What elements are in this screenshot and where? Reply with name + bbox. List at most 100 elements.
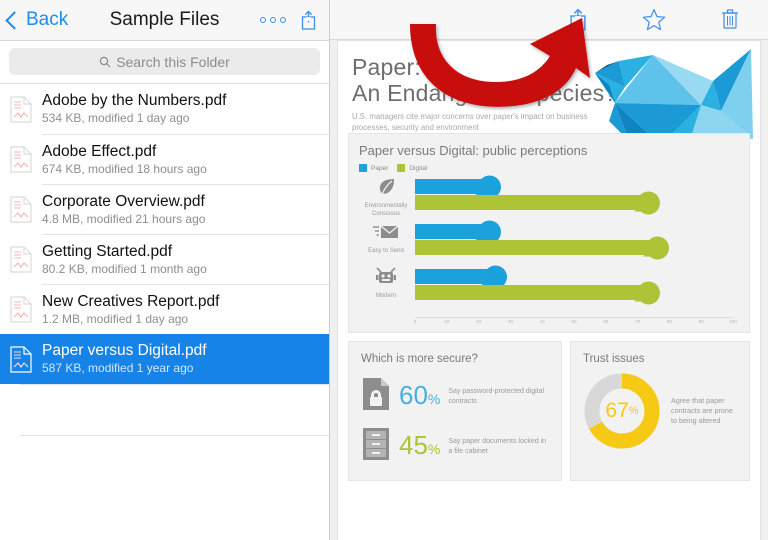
stat-suffix: %: [427, 440, 441, 457]
stat-value: 60%: [399, 382, 440, 412]
bar-value-bubble: 71%: [633, 281, 660, 304]
axis-tick: 100: [729, 319, 737, 324]
leaf-icon: Environmentally Conscious: [363, 177, 409, 218]
chart-card: Paper versus Digital: public perceptions…: [348, 133, 750, 333]
envelope-icon: Easy to Send: [363, 222, 409, 256]
secure-stat: 45% Say paper documents locked in a file …: [361, 427, 549, 466]
file-meta: 4.8 MB, modified 21 hours ago: [42, 211, 206, 226]
chart-category-group: Modern 23% 71%: [359, 265, 739, 307]
trust-donut-chart: 67%: [583, 372, 661, 450]
file-meta: 80.2 KB, modified 1 month ago: [42, 261, 207, 276]
chart-category-group: Environmentally Conscious 21% 71%: [359, 175, 739, 218]
bar-value: 71: [639, 286, 652, 298]
stat-suffix: %: [427, 390, 441, 407]
axis-tick: 70: [635, 319, 641, 324]
bar-pair: 21% 74%: [415, 220, 733, 259]
legend-item: Digital: [397, 164, 427, 172]
category-label: Easy to Send: [368, 248, 404, 254]
bar-digital: 71%: [415, 191, 660, 214]
stat-number: 60: [399, 379, 428, 410]
trust-panel-title: Trust issues: [583, 353, 645, 365]
axis-tick: 20: [476, 319, 482, 324]
axis-tick: 30: [507, 319, 513, 324]
document-toolbar: [330, 0, 768, 40]
chart-x-axis: 0 10 20 30 40 50 60 70 80 90 100: [413, 317, 737, 329]
bar-paper: 23%: [415, 265, 508, 288]
file-meta: 534 KB, modified 1 day ago: [42, 111, 190, 125]
file-list-item[interactable]: Adobe Effect.pdf 674 KB, modified 18 hour…: [0, 134, 329, 184]
search-container: Search this Folder: [0, 41, 329, 83]
bar-paper: 21%: [415, 220, 501, 243]
file-list-item[interactable]: Getting Started.pdf 80.2 KB, modified 1 m…: [0, 234, 329, 284]
navigation-actions: [260, 10, 329, 30]
document-preview-panel: Paper: An Endangered Species? U.S. manag…: [330, 0, 768, 540]
document-subtitle: U.S. managers cite major concerns over p…: [352, 112, 588, 132]
file-list: Adobe by the Numbers.pdf 534 KB, modified…: [0, 83, 329, 384]
stat-number: 45: [399, 429, 428, 460]
file-list-item[interactable]: New Creatives Report.pdf 1.2 MB, modified…: [0, 284, 329, 334]
bar-value-bubble: 71%: [633, 191, 660, 214]
chart-category-group: Easy to Send 21% 74%: [359, 220, 739, 262]
share-icon[interactable]: [300, 10, 317, 30]
file-list-item[interactable]: Corporate Overview.pdf 4.8 MB, modified 2…: [0, 184, 329, 234]
chart-title: Paper versus Digital: public perceptions: [359, 143, 588, 158]
chart-plot-area: Environmentally Conscious 21% 71% Easy to S…: [359, 175, 739, 329]
file-name: Adobe by the Numbers.pdf: [42, 92, 227, 109]
trash-icon[interactable]: [720, 8, 740, 31]
bar-digital: 74%: [415, 236, 670, 259]
bar-pair: 21% 71%: [415, 175, 733, 214]
file-meta: 674 KB, modified 18 hours ago: [42, 161, 207, 176]
star-icon[interactable]: [642, 8, 666, 31]
category-label: Modern: [375, 293, 397, 299]
back-button[interactable]: Back: [0, 9, 68, 31]
axis-tick: 40: [539, 319, 545, 324]
bar-paper: 21%: [415, 175, 501, 198]
file-browser-panel: Back Sample Files Search this Folder Ado…: [0, 0, 330, 540]
trust-panel-text: Agree that paper contracts are prone to …: [671, 396, 733, 425]
file-meta: 587 KB, modified 1 year ago: [42, 361, 194, 375]
stat-value: 45%: [399, 432, 440, 462]
file-list-item[interactable]: Adobe by the Numbers.pdf 534 KB, modified…: [0, 84, 329, 134]
back-button-label: Back: [26, 9, 69, 30]
stat-text: Say paper documents locked in a file cab…: [448, 438, 547, 455]
trust-donut-value: 67%: [605, 399, 639, 422]
document-scroll-area[interactable]: Paper: An Endangered Species? U.S. manag…: [330, 41, 768, 540]
file-name: Corporate Overview.pdf: [42, 192, 205, 210]
trust-panel: Trust issues 67% Agree that paper contra…: [570, 341, 750, 481]
document-header: Paper: An Endangered Species? U.S. manag…: [338, 41, 760, 145]
secure-panel: Which is more secure? 60% Say password-pr…: [348, 341, 562, 481]
bar-pair: 23% 71%: [415, 265, 733, 304]
robot-icon: Modern: [363, 267, 409, 301]
file-name: New Creatives Report.pdf: [42, 292, 220, 310]
legend-label: Paper: [371, 164, 389, 172]
file-list-item[interactable]: Paper versus Digital.pdf 587 KB, modified…: [0, 334, 329, 384]
bottom-panels: Which is more secure? 60% Say password-pr…: [348, 341, 750, 481]
legend-label: Digital: [409, 164, 428, 172]
share-icon[interactable]: [568, 8, 588, 31]
pdf-file-icon: [10, 295, 32, 323]
navigation-bar: Back Sample Files: [0, 0, 329, 41]
axis-tick: 0: [413, 319, 417, 324]
bar-value: 71: [639, 196, 652, 208]
file-name: Adobe Effect.pdf: [42, 142, 157, 160]
axis-tick: 90: [698, 319, 704, 324]
axis-tick: 50: [571, 319, 577, 324]
more-dots-icon[interactable]: [260, 17, 286, 23]
axis-tick: 10: [444, 319, 450, 324]
legend-swatch: [397, 164, 406, 172]
bar-digital: 71%: [415, 281, 660, 304]
pdf-page: Paper: An Endangered Species? U.S. manag…: [338, 41, 760, 540]
pdf-file-icon: [10, 95, 32, 123]
pdf-file-icon: [10, 195, 32, 223]
axis-tick: 80: [666, 319, 672, 324]
search-icon: [99, 56, 111, 67]
secure-stat: 60% Say password-protected digital contra…: [361, 377, 549, 416]
legend-item: Paper: [359, 164, 388, 172]
search-placeholder: Search this Folder: [116, 53, 230, 70]
pdf-file-icon: [10, 345, 32, 373]
pdf-file-icon: [10, 245, 32, 273]
lock-document-icon: [361, 377, 391, 416]
file-meta: 1.2 MB, modified 1 day ago: [42, 311, 189, 326]
search-input[interactable]: Search this Folder: [9, 48, 320, 75]
file-name: Getting Started.pdf: [42, 242, 173, 260]
